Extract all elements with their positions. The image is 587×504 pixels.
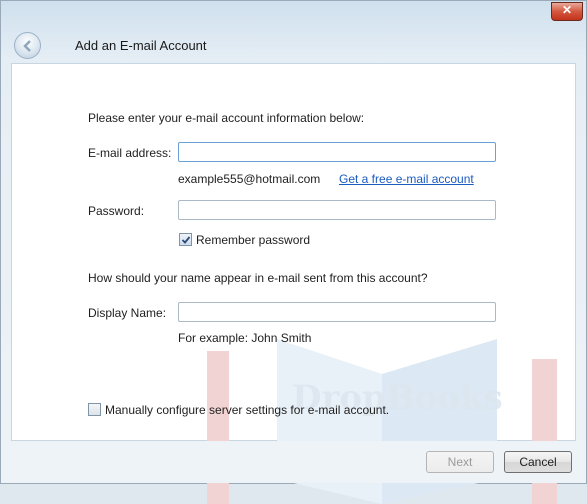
display-name-label: Display Name: bbox=[88, 306, 167, 320]
manual-config-label[interactable]: Manually configure server settings for e… bbox=[105, 403, 389, 417]
back-arrow-icon bbox=[23, 40, 31, 52]
title-bar: ✕ Add an E-mail Account bbox=[1, 1, 586, 61]
next-button[interactable]: Next bbox=[426, 451, 494, 473]
display-name-example: For example: John Smith bbox=[178, 331, 312, 345]
back-button[interactable] bbox=[14, 32, 41, 59]
free-email-account-link[interactable]: Get a free e-mail account bbox=[339, 172, 474, 186]
email-field[interactable] bbox=[178, 142, 496, 162]
display-name-field[interactable] bbox=[178, 302, 496, 322]
name-question-text: How should your name appear in e-mail se… bbox=[88, 271, 428, 285]
checkmark-icon bbox=[181, 236, 191, 244]
dialog-footer: Next Cancel bbox=[1, 441, 586, 483]
email-label: E-mail address: bbox=[88, 146, 172, 160]
remember-password-label[interactable]: Remember password bbox=[196, 233, 310, 247]
close-icon: ✕ bbox=[561, 3, 573, 17]
window-title: Add an E-mail Account bbox=[75, 38, 207, 53]
close-button[interactable]: ✕ bbox=[551, 2, 583, 21]
password-label: Password: bbox=[88, 204, 145, 218]
remember-password-checkbox[interactable] bbox=[179, 233, 192, 246]
add-email-account-window: ✕ Add an E-mail Account DropBooks Please… bbox=[0, 0, 587, 504]
email-example: example555@hotmail.com bbox=[178, 172, 321, 186]
content-panel: DropBooks Please enter your e-mail accou… bbox=[11, 63, 576, 504]
manual-config-checkbox[interactable] bbox=[88, 403, 101, 416]
cancel-button[interactable]: Cancel bbox=[504, 451, 572, 473]
instruction-text: Please enter your e-mail account informa… bbox=[88, 111, 365, 125]
password-field[interactable] bbox=[178, 200, 496, 220]
